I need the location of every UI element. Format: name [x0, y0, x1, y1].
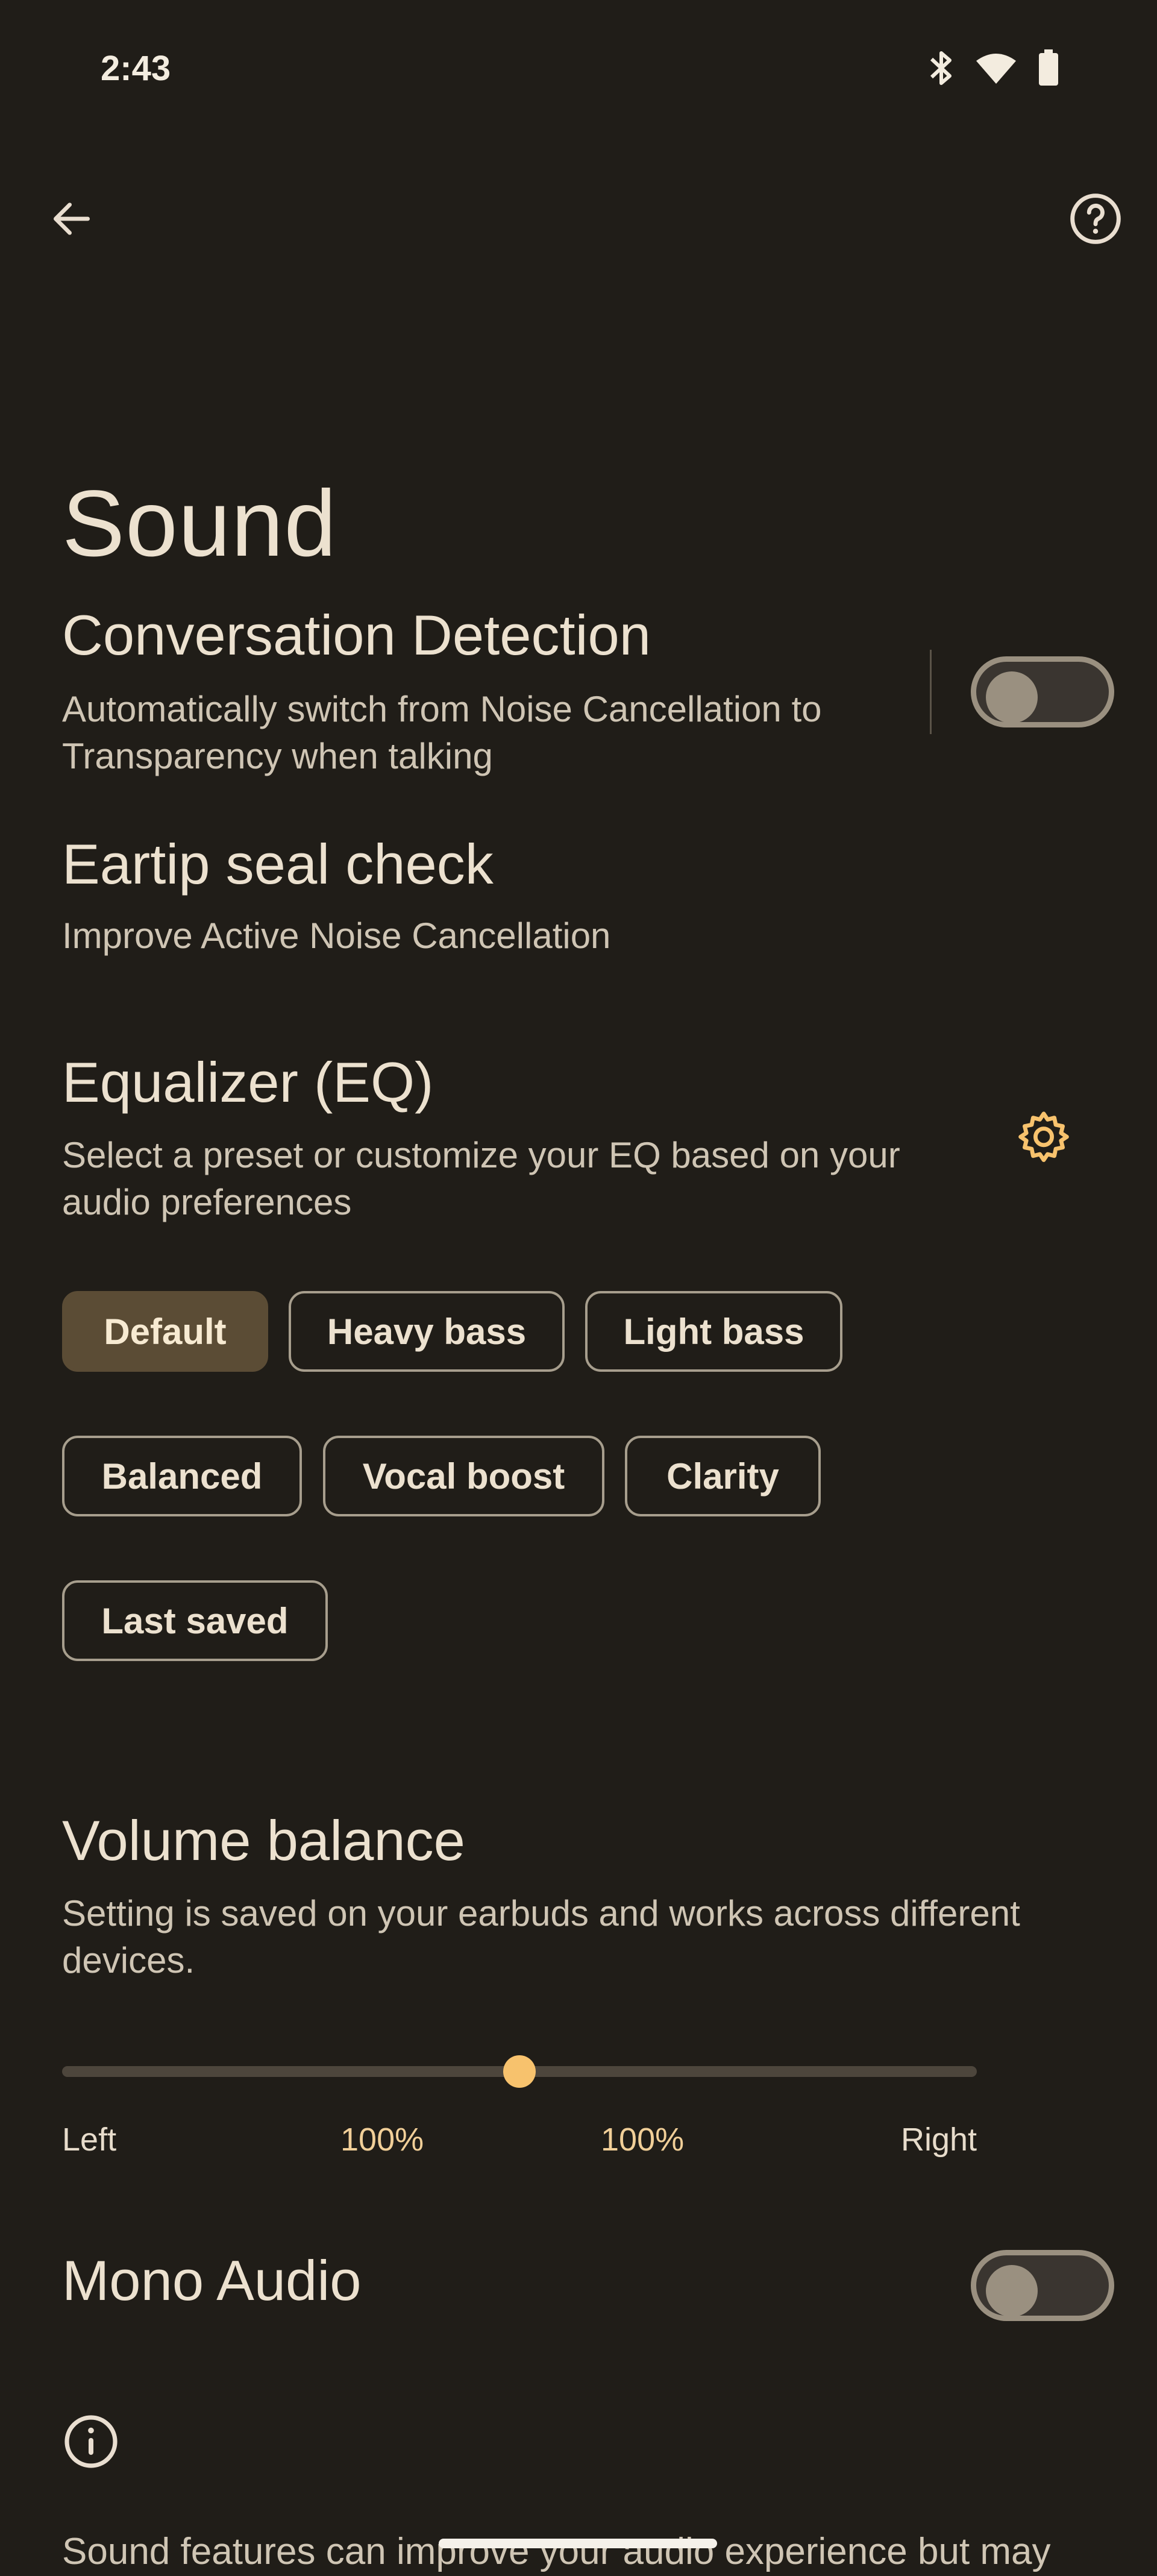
mono-audio-toggle[interactable] [971, 2250, 1114, 2321]
arrow-back-icon [54, 203, 90, 235]
volume-balance-slider-thumb[interactable] [503, 2055, 536, 2088]
eq-preset-vocal-boost[interactable]: Vocal boost [323, 1436, 604, 1516]
toggle-knob [986, 2265, 1038, 2317]
conversation-detection-description-line2: Transparency when talking [62, 736, 493, 776]
help-circle-icon [1070, 193, 1121, 244]
info-icon [64, 2415, 118, 2468]
wifi-icon [976, 54, 1016, 84]
conversation-detection-row[interactable]: Conversation Detection Automatically swi… [0, 603, 922, 784]
volume-balance-description-line1: Setting is saved on your earbuds and wor… [62, 1893, 1020, 1934]
status-icons [928, 49, 1059, 87]
toggle-knob [986, 671, 1038, 723]
conversation-detection-description-line1: Automatically switch from Noise Cancella… [62, 689, 822, 729]
eartip-seal-check-title: Eartip seal check [62, 832, 494, 896]
mono-audio-title: Mono Audio [62, 2249, 362, 2312]
status-time: 2:43 [101, 49, 171, 88]
balance-left-value: 100% [340, 2122, 424, 2158]
eq-preset-balanced[interactable]: Balanced [62, 1436, 302, 1516]
volume-balance-description-line2: devices. [62, 1940, 195, 1981]
mono-audio-row[interactable]: Mono Audio [0, 2248, 928, 2326]
eq-preset-last-saved[interactable]: Last saved [62, 1580, 328, 1661]
battery-icon [1039, 49, 1058, 86]
page-title: Sound [62, 471, 337, 576]
eq-preset-light-bass[interactable]: Light bass [585, 1291, 842, 1372]
conversation-detection-toggle[interactable] [971, 656, 1114, 727]
info-text: Sound features can improve your audio ex… [62, 2531, 1051, 2572]
bluetooth-icon [930, 51, 952, 85]
equalizer-description-line1: Select a preset or customize your EQ bas… [62, 1135, 900, 1175]
row-divider [930, 650, 932, 734]
equalizer-settings-button[interactable] [1005, 1098, 1083, 1176]
back-button[interactable] [33, 180, 111, 258]
eartip-seal-check-description: Improve Active Noise Cancellation [62, 916, 611, 956]
gear-icon [1018, 1111, 1069, 1162]
conversation-detection-title: Conversation Detection [62, 603, 651, 667]
balance-right-label: Right [901, 2122, 977, 2158]
help-button[interactable] [1056, 180, 1135, 258]
equalizer-title: Equalizer (EQ) [62, 1051, 434, 1114]
eq-preset-clarity[interactable]: Clarity [625, 1436, 821, 1516]
volume-balance-title: Volume balance [62, 1809, 465, 1872]
equalizer-description-line2: audio preferences [62, 1182, 352, 1222]
gesture-navigation-bar[interactable] [439, 2539, 717, 2548]
eq-preset-heavy-bass[interactable]: Heavy bass [289, 1291, 565, 1372]
eq-preset-default[interactable]: Default [62, 1291, 268, 1372]
balance-right-value: 100% [601, 2122, 685, 2158]
eartip-seal-check-row[interactable]: Eartip seal check Improve Active Noise C… [0, 832, 1157, 970]
balance-left-label: Left [62, 2122, 117, 2158]
